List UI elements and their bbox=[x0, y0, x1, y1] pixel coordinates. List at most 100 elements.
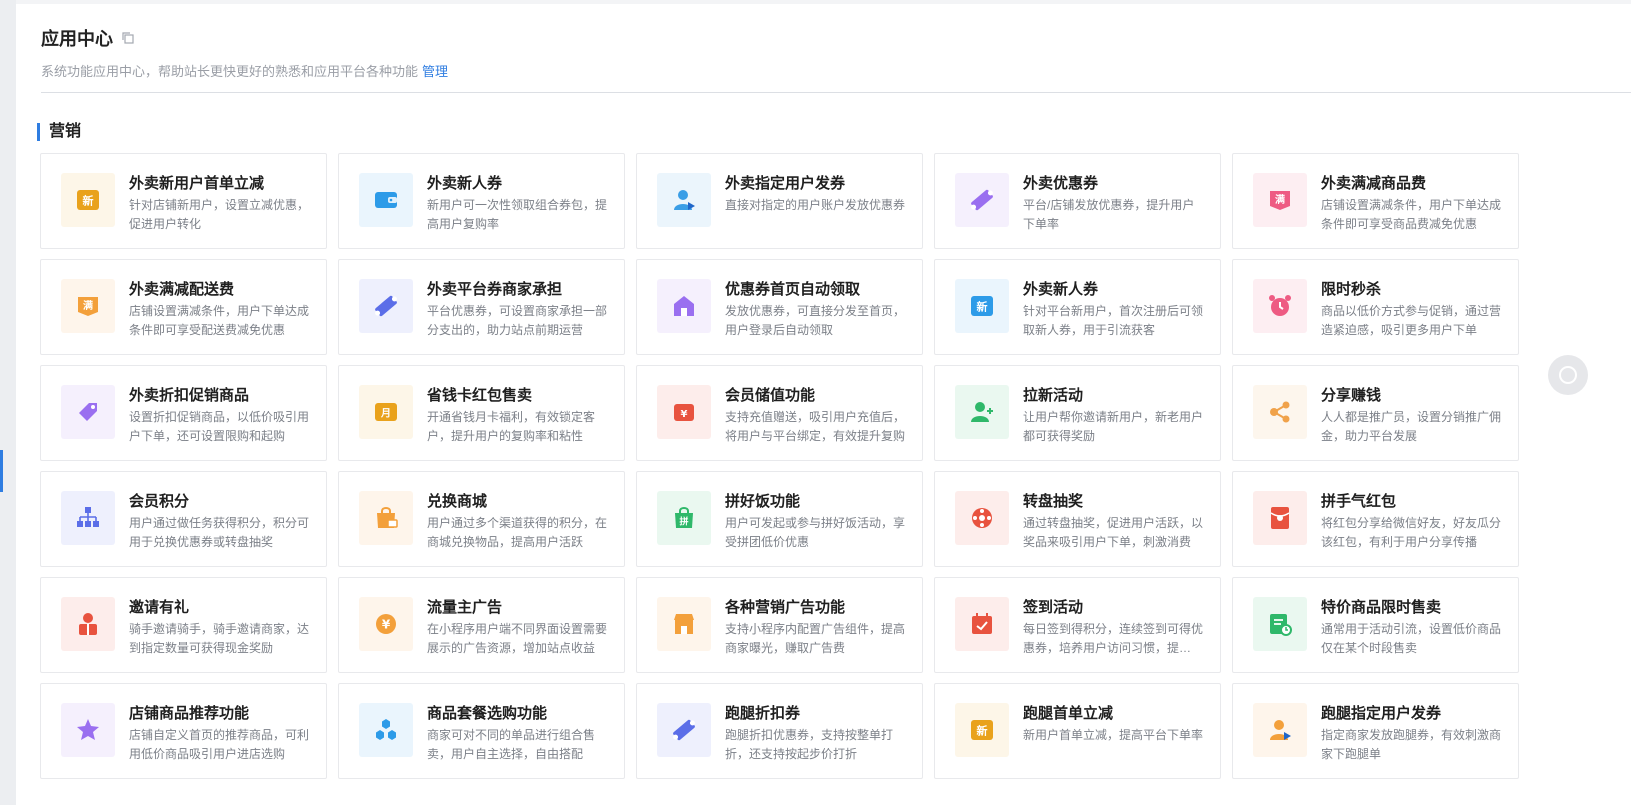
month-card-icon: 月 bbox=[359, 385, 413, 439]
app-card[interactable]: ¥ 会员储值功能支持充值赠送，吸引用户充值后，将用户与平台绑定，有效提升复购 bbox=[636, 365, 923, 461]
home-icon bbox=[657, 279, 711, 333]
app-card-description: 人人都是推广员，设置分销推广佣金，助力平台发展 bbox=[1321, 410, 1501, 443]
app-card-title: 外卖折扣促销商品 bbox=[129, 387, 250, 404]
app-card-title: 邀请有礼 bbox=[129, 599, 190, 616]
app-card-description: 新用户首单立减，提高平台下单率 bbox=[1023, 728, 1203, 742]
app-card-description: 通过转盘抽奖，促进用户活跃，以奖品来吸引用户下单，刺激消费 bbox=[1023, 516, 1203, 549]
app-card-description: 发放优惠券，可直接分发至首页，用户登录后自动领取 bbox=[725, 304, 905, 337]
app-card-description: 店铺设置满减条件，用户下单达成条件即可享受配送费减免优惠 bbox=[129, 304, 309, 337]
header-divider bbox=[41, 92, 1631, 93]
new-badge-icon: 新 bbox=[61, 173, 115, 227]
alarm-clock-icon bbox=[1253, 279, 1307, 333]
timed-list-icon bbox=[1253, 597, 1307, 651]
app-card-description: 让用户帮你邀请新用户，新老用户都可获得奖励 bbox=[1023, 410, 1203, 443]
side-collapse-toggle[interactable] bbox=[1548, 355, 1588, 395]
app-card[interactable]: 外卖新人券 新用户可一次性领取组合券包，提高用户复购率 bbox=[338, 153, 625, 249]
app-card[interactable]: 优惠券首页自动领取 发放优惠券，可直接分发至首页，用户登录后自动领取 bbox=[636, 259, 923, 355]
app-card-description: 针对店铺新用户，设置立减优惠，促进用户转化 bbox=[129, 198, 309, 231]
app-card-title: 流量主广告 bbox=[427, 599, 503, 616]
app-card-title: 跑腿首单立减 bbox=[1023, 705, 1114, 722]
new-badge-icon: 新 bbox=[955, 703, 1009, 757]
app-card[interactable]: 外卖优惠券 平台/店铺发放优惠券，提升用户下单率 bbox=[934, 153, 1221, 249]
manage-link[interactable]: 管理 bbox=[422, 64, 448, 79]
svg-text:新: 新 bbox=[977, 300, 988, 314]
app-card-title: 拼好饭功能 bbox=[725, 493, 801, 510]
app-card-description: 支持充值赠送，吸引用户充值后，将用户与平台绑定，有效提升复购 bbox=[725, 410, 905, 443]
tag-icon bbox=[61, 385, 115, 439]
app-card[interactable]: 外卖平台券商家承担 平台优惠券，可设置商家承担一部分支出的，助力站点前期运营 bbox=[338, 259, 625, 355]
calendar-check-icon bbox=[955, 597, 1009, 651]
app-card-description: 跑腿折扣优惠券，支持按整单打折，还支持按起步价打折 bbox=[725, 728, 894, 761]
sidebar-active-marker bbox=[0, 450, 3, 492]
app-card[interactable]: 签到活动每日签到得积分，连续签到可得优惠券，培养用户访问习惯，提升活跃 bbox=[934, 577, 1221, 673]
app-card-description: 用户可发起或参与拼好饭活动，享受拼团低价优惠 bbox=[725, 516, 905, 549]
subtitle-text: 系统功能应用中心，帮助站长更快更好的熟悉和应用平台各种功能 bbox=[41, 64, 419, 79]
app-card[interactable]: 跑腿指定用户发券 指定商家发放跑腿券，有效刺激商家下跑腿单 bbox=[1232, 683, 1519, 779]
app-card-title: 外卖平台券商家承担 bbox=[427, 281, 563, 298]
app-card-description: 用户通过多个渠道获得的积分，在商城兑换物品，提高用户活跃 bbox=[427, 516, 607, 549]
app-card-title: 兑换商城 bbox=[427, 493, 488, 510]
svg-text:新: 新 bbox=[977, 724, 988, 738]
coin-icon: ¥ bbox=[359, 597, 413, 651]
app-card[interactable]: 限时秒杀 商品以低价方式参与促销，通过营造紧迫感，吸引更多用户下单 bbox=[1232, 259, 1519, 355]
app-card-title: 会员储值功能 bbox=[725, 387, 816, 404]
app-card-title: 转盘抽奖 bbox=[1023, 493, 1084, 510]
section-title-marketing: 营销 bbox=[37, 123, 81, 141]
svg-text:新: 新 bbox=[83, 194, 94, 208]
app-card-description: 店铺自定义首页的推荐商品，可利用低价商品吸引用户进店选购 bbox=[129, 728, 309, 761]
full-reduction-icon: 满 bbox=[1253, 173, 1307, 227]
app-card[interactable]: 商品套餐选购功能商家可对不同的单品进行组合售卖，用户自主选择，自由搭配 bbox=[338, 683, 625, 779]
app-card[interactable]: 特价商品限时售卖通常用于活动引流，设置低价商品仅在某个时段售卖 bbox=[1232, 577, 1519, 673]
app-card[interactable]: 拼 拼好饭功能用户可发起或参与拼好饭活动，享受拼团低价优惠 bbox=[636, 471, 923, 567]
app-card-title: 外卖指定用户发券 bbox=[725, 175, 846, 192]
app-card-description: 开通省钱月卡福利，有效锁定客户，提升用户的复购率和粘性 bbox=[427, 410, 596, 443]
svg-text:¥: ¥ bbox=[382, 618, 391, 632]
app-card-description: 商家可对不同的单品进行组合售卖，用户自主选择，自由搭配 bbox=[427, 728, 596, 761]
store-icon bbox=[657, 597, 711, 651]
app-card[interactable]: 邀请有礼 骑手邀请骑手，骑手邀请商家，达到指定数量可获得现金奖励 bbox=[40, 577, 327, 673]
wallet-icon bbox=[359, 173, 413, 227]
group-buy-icon: 拼 bbox=[657, 491, 711, 545]
user-send-icon bbox=[1253, 703, 1307, 757]
app-card[interactable]: 新 外卖新人券 针对平台新用户，首次注册后可领取新人券，用于引流获客 bbox=[934, 259, 1221, 355]
red-envelope-icon bbox=[1253, 491, 1307, 545]
wheel-icon bbox=[955, 491, 1009, 545]
app-card-title: 外卖新用户首单立减 bbox=[129, 175, 265, 192]
app-card[interactable]: 新 跑腿首单立减新用户首单立减，提高平台下单率 bbox=[934, 683, 1221, 779]
app-card-title: 签到活动 bbox=[1023, 599, 1084, 616]
app-card-description: 通常用于活动引流，设置低价商品仅在某个时段售卖 bbox=[1321, 622, 1501, 655]
app-card-description: 在小程序用户端不同界面设置需要展示的广告资源，增加站点收益 bbox=[427, 622, 607, 655]
app-center-panel: 应用中心 系统功能应用中心，帮助站长更快更好的熟悉和应用平台各种功能 管理 营销 … bbox=[16, 4, 1631, 805]
app-card[interactable]: 兑换商城用户通过多个渠道获得的积分，在商城兑换物品，提高用户活跃 bbox=[338, 471, 625, 567]
app-card[interactable]: ¥ 流量主广告在小程序用户端不同界面设置需要展示的广告资源，增加站点收益 bbox=[338, 577, 625, 673]
title-row: 应用中心 bbox=[41, 25, 135, 51]
app-card[interactable]: 月 省钱卡红包售卖 开通省钱月卡福利，有效锁定客户，提升用户的复购率和粘性 bbox=[338, 365, 625, 461]
app-card-title: 限时秒杀 bbox=[1321, 281, 1382, 298]
app-card-description: 平台/店铺发放优惠券，提升用户下单率 bbox=[1023, 198, 1195, 231]
app-card[interactable]: 外卖指定用户发券 直接对指定的用户账户发放优惠券 bbox=[636, 153, 923, 249]
app-card[interactable]: 分享赚钱人人都是推广员，设置分销推广佣金，助力平台发展 bbox=[1232, 365, 1519, 461]
app-card[interactable]: 新 外卖新用户首单立减针对店铺新用户，设置立减优惠，促进用户转化 bbox=[40, 153, 327, 249]
app-card-title: 特价商品限时售卖 bbox=[1321, 599, 1442, 616]
app-card[interactable]: 跑腿折扣券 跑腿折扣优惠券，支持按整单打折，还支持按起步价打折 bbox=[636, 683, 923, 779]
app-card[interactable]: 转盘抽奖通过转盘抽奖，促进用户活跃，以奖品来吸引用户下单，刺激消费 bbox=[934, 471, 1221, 567]
app-card[interactable]: 拼手气红包 将红包分享给微信好友，好友瓜分该红包，有利于用户分享传播 bbox=[1232, 471, 1519, 567]
app-card[interactable]: 各种营销广告功能 支持小程序内配置广告组件，提高商家曝光，赚取广告费 bbox=[636, 577, 923, 673]
app-card[interactable]: 满 外卖满减配送费 店铺设置满减条件，用户下单达成条件即可享受配送费减免优惠 bbox=[40, 259, 327, 355]
stored-value-icon: ¥ bbox=[657, 385, 711, 439]
app-card[interactable]: 会员积分 用户通过做任务获得积分，积分可用于兑换优惠券或转盘抽奖 bbox=[40, 471, 327, 567]
app-card-description: 支持小程序内配置广告组件，提高商家曝光，赚取广告费 bbox=[725, 622, 905, 655]
app-card-title: 外卖满减商品费 bbox=[1321, 175, 1427, 192]
app-card-description: 针对平台新用户，首次注册后可领取新人券，用于引流获客 bbox=[1023, 304, 1203, 337]
app-card[interactable]: 满 外卖满减商品费店铺设置满减条件，用户下单达成条件即可享受商品费减免优惠 bbox=[1232, 153, 1519, 249]
org-chart-icon bbox=[61, 491, 115, 545]
app-card-title: 商品套餐选购功能 bbox=[427, 705, 548, 722]
app-card-title: 分享赚钱 bbox=[1321, 387, 1382, 404]
app-card[interactable]: 店铺商品推荐功能 店铺自定义首页的推荐商品，可利用低价商品吸引用户进店选购 bbox=[40, 683, 327, 779]
svg-text:¥: ¥ bbox=[681, 409, 688, 420]
app-card[interactable]: 外卖折扣促销商品 设置折扣促销商品，以低价吸引用户下单，还可设置限购和起购 bbox=[40, 365, 327, 461]
copy-icon[interactable] bbox=[121, 31, 135, 45]
app-card-description: 店铺设置满减条件，用户下单达成条件即可享受商品费减免优惠 bbox=[1321, 198, 1501, 231]
app-card-title: 外卖新人券 bbox=[427, 175, 503, 192]
app-card[interactable]: 拉新活动 让用户帮你邀请新用户，新老用户都可获得奖励 bbox=[934, 365, 1221, 461]
